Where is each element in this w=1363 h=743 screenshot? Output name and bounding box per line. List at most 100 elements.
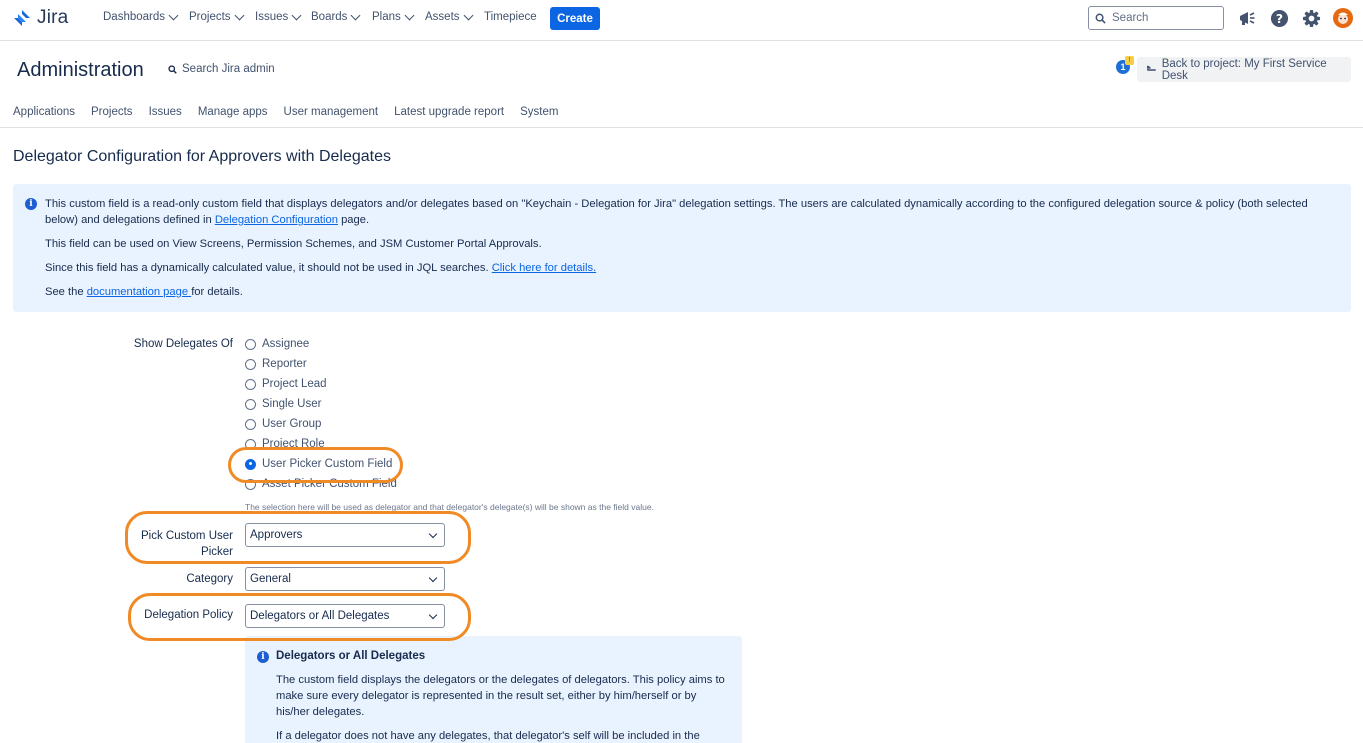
radio-label: Reporter [262, 358, 307, 370]
delegation-policy-select[interactable]: Delegators or All Delegates [245, 604, 445, 628]
info-icon: i [25, 198, 37, 210]
tab-system[interactable]: System [520, 106, 558, 118]
documentation-page-link[interactable]: documentation page [87, 286, 192, 298]
pick-custom-user-picker-label: Pick Custom User Picker [141, 528, 233, 560]
select-value: Delegators or All Delegates [250, 610, 390, 622]
policy-description-panel: i Delegators or All Delegates The custom… [245, 636, 742, 743]
info-line-2-suffix: page. [337, 214, 370, 226]
jira-logo[interactable]: Jira [12, 7, 68, 29]
info-line-2-text: below) and delegations defined in [45, 214, 215, 226]
search-icon [1095, 13, 1106, 24]
search-jira-admin[interactable]: Search Jira admin [168, 63, 275, 75]
nav-plans[interactable]: Plans [372, 10, 415, 23]
tab-issues[interactable]: Issues [149, 106, 182, 118]
info-line-5-suffix: for details. [191, 286, 243, 298]
radio-project-lead[interactable]: Project Lead [245, 377, 327, 391]
admin-tabs: Applications Projects Issues Manage apps… [13, 106, 558, 118]
info-panel: i This custom field is a read-only custo… [13, 184, 1351, 312]
delegation-policy-label: Delegation Policy [144, 609, 233, 621]
info-icon: i [257, 651, 269, 663]
radio-button[interactable] [245, 478, 256, 490]
category-select[interactable]: General [245, 567, 445, 591]
help-icon[interactable]: ? [1269, 8, 1289, 28]
chevron-down-icon [350, 10, 361, 20]
radio-label: Single User [262, 398, 322, 410]
chevron-down-icon [428, 529, 438, 539]
custom-user-picker-select[interactable]: Approvers [245, 523, 445, 547]
tab-applications[interactable]: Applications [13, 106, 75, 118]
chevron-down-icon [168, 10, 179, 20]
radio-asset-picker-custom-field[interactable]: Asset Picker Custom Field [245, 477, 397, 491]
radio-label: Assignee [262, 338, 310, 350]
nav-boards[interactable]: Boards [311, 10, 361, 23]
radio-assignee[interactable]: Assignee [245, 337, 309, 351]
megaphone-icon[interactable] [1237, 8, 1257, 28]
chevron-down-icon [404, 10, 415, 20]
search-input[interactable] [1112, 12, 1212, 24]
delegation-configuration-link[interactable]: Delegation Configuration [215, 214, 338, 226]
policy-text-line-3: his/her delegates. [276, 706, 365, 718]
tab-latest-upgrade-report[interactable]: Latest upgrade report [394, 106, 504, 118]
radio-user-group[interactable]: User Group [245, 417, 321, 431]
policy-text-line-4: If a delegator does not have any delegat… [276, 730, 700, 742]
nav-issues[interactable]: Issues [255, 10, 302, 23]
pick-label-line-1: Pick Custom User [140, 530, 233, 542]
top-navigation: Jira Dashboards Projects Issues Boards P… [0, 0, 1363, 41]
jira-logo-icon [14, 10, 30, 26]
nav-assets[interactable]: Assets [425, 10, 473, 23]
info-line-5: See the documentation page for details. [45, 284, 243, 300]
info-line-4: Since this field has a dynamically calcu… [45, 260, 596, 276]
chevron-down-icon [291, 10, 302, 20]
create-button[interactable]: Create [550, 7, 600, 30]
click-here-link[interactable]: Click here for details. [492, 262, 596, 274]
back-to-project-button[interactable]: Back to project: My First Service Desk [1137, 57, 1351, 82]
chevron-down-icon [463, 10, 473, 20]
info-line-2: below) and delegations defined in Delega… [45, 212, 369, 228]
nav-projects[interactable]: Projects [189, 10, 244, 23]
radio-label: Project Role [262, 438, 325, 450]
settings-icon[interactable] [1301, 8, 1321, 28]
radio-label: Project Lead [262, 378, 327, 390]
chevron-down-icon [428, 573, 438, 583]
info-line-1: This custom field is a read-only custom … [45, 198, 1308, 210]
global-search[interactable] [1088, 6, 1224, 30]
select-value: Approvers [250, 529, 303, 541]
radio-button[interactable] [245, 358, 256, 370]
search-jira-admin-label: Search Jira admin [182, 63, 275, 75]
nav-projects-label: Projects [189, 11, 231, 23]
radio-button-selected[interactable] [245, 458, 256, 470]
nav-timepiece-label: Timepiece [484, 11, 537, 23]
category-label: Category [186, 573, 233, 585]
policy-text-line-2: make sure every delegator is represented… [276, 690, 697, 702]
selection-hint: The selection here will be used as deleg… [245, 502, 654, 512]
radio-label: User Group [262, 418, 322, 430]
radio-reporter[interactable]: Reporter [245, 357, 307, 371]
radio-button[interactable] [245, 378, 256, 390]
policy-text-line-1: The custom field displays the delegators… [276, 674, 725, 686]
avatar[interactable] [1333, 8, 1353, 28]
radio-button[interactable] [245, 418, 256, 430]
tab-manage-apps[interactable]: Manage apps [198, 106, 268, 118]
radio-button[interactable] [245, 438, 256, 450]
radio-label: Asset Picker Custom Field [262, 478, 397, 490]
radio-button[interactable] [245, 338, 256, 350]
chevron-down-icon [234, 10, 244, 20]
jira-logo-text: Jira [37, 7, 69, 28]
radio-single-user[interactable]: Single User [245, 397, 321, 411]
tab-user-management[interactable]: User management [284, 106, 379, 118]
nav-issues-label: Issues [255, 11, 289, 23]
page-title: Delegator Configuration for Approvers wi… [13, 148, 391, 165]
show-delegates-label: Show Delegates Of [133, 338, 233, 350]
nav-timepiece[interactable]: Timepiece [484, 11, 537, 23]
tab-projects[interactable]: Projects [91, 106, 133, 118]
back-to-project-label: Back to project: My First Service Desk [1161, 57, 1327, 82]
radio-button[interactable] [245, 398, 256, 410]
nav-dashboards[interactable]: Dashboards [103, 10, 179, 23]
svg-text:?: ? [1275, 11, 1282, 25]
select-value: General [250, 573, 291, 585]
radio-project-role[interactable]: Project Role [245, 437, 325, 451]
info-line-3: This field can be used on View Screens, … [45, 238, 542, 250]
radio-label: User Picker Custom Field [262, 458, 393, 470]
info-line-5-text: See the [45, 286, 87, 298]
radio-user-picker-custom-field[interactable]: User Picker Custom Field [245, 457, 392, 471]
